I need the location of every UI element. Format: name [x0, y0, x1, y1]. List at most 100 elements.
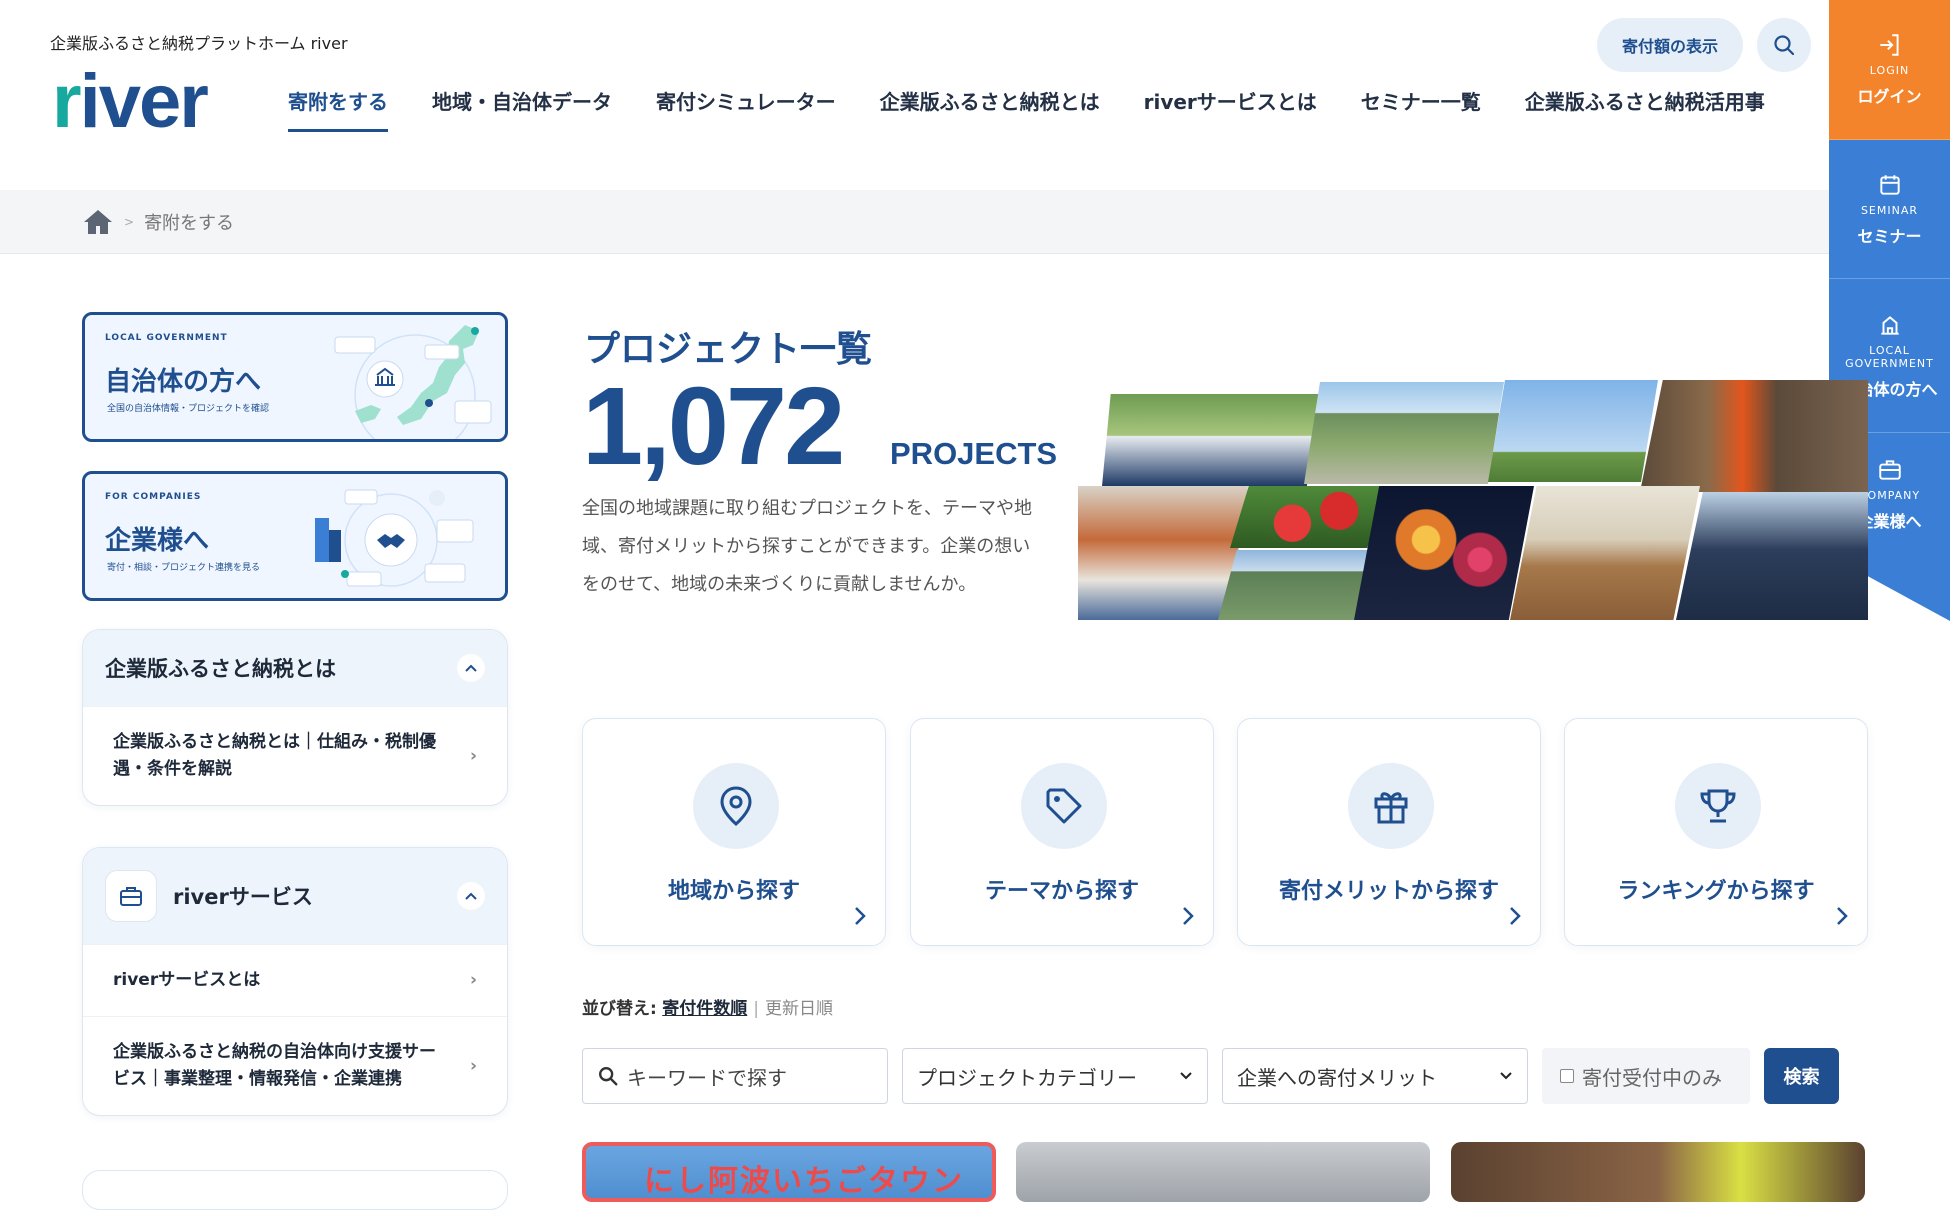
accordion-item[interactable]: riverサービスとは ›	[83, 944, 507, 1016]
project-card-title: にし阿波いちごタウン	[644, 1164, 964, 1199]
partnership-illustration	[315, 489, 474, 587]
tile-label: 地域から探す	[667, 879, 800, 904]
main-nav: 寄附をする 地域・自治体データ 寄付シミュレーター 企業版ふるさと納税とは ri…	[288, 86, 1809, 132]
side-seminar-ja: セミナー	[1857, 226, 1922, 246]
show-amount-button[interactable]: 寄付額の表示	[1597, 18, 1743, 72]
search-icon	[1774, 35, 1795, 56]
keyword-search-field[interactable]: キーワードで探す	[582, 1048, 888, 1104]
photo-family	[1078, 486, 1248, 620]
login-icon	[1879, 34, 1899, 56]
nav-about-tax[interactable]: 企業版ふるさと納税とは	[880, 86, 1100, 132]
search-submit-button[interactable]: 検索	[1764, 1048, 1839, 1104]
search-icon	[599, 1067, 618, 1086]
river-logo[interactable]: river	[52, 64, 209, 140]
chevron-down-icon	[1180, 1072, 1192, 1080]
company-card-en: FOR COMPANIES	[105, 492, 202, 502]
photo-collage	[1078, 380, 1868, 620]
side-login[interactable]: LOGIN ログイン	[1829, 0, 1950, 140]
accepting-only-label: 寄付受付中のみ	[1582, 1065, 1722, 1090]
accordion-river-title: riverサービス	[173, 885, 313, 909]
photo-group	[1676, 492, 1868, 620]
breadcrumb-current: 寄附をする	[144, 213, 235, 234]
company-card-title: 企業様へ	[105, 526, 210, 556]
chevron-right-icon	[855, 907, 866, 925]
map-pin-icon	[693, 763, 779, 849]
calendar-icon	[1879, 174, 1900, 195]
accordion-item[interactable]: 企業版ふるさと納税の自治体向け支援サービス｜事業整理・情報発信・企業連携 ›	[83, 1016, 507, 1115]
photo-wind-turbine	[1488, 380, 1658, 482]
project-count: 1,072	[582, 365, 845, 488]
trophy-icon	[1675, 763, 1761, 849]
nav-seminars[interactable]: セミナー一覧	[1361, 86, 1481, 132]
briefcase-icon	[105, 870, 157, 922]
nav-simulator[interactable]: 寄付シミュレーター	[656, 86, 836, 132]
side-seminar-en: SEMINAR	[1860, 203, 1919, 217]
side-seminar[interactable]: SEMINAR セミナー	[1829, 140, 1950, 279]
photo-town	[1304, 382, 1504, 484]
accordion-collapsed[interactable]	[82, 1170, 508, 1210]
photo-forest-worker	[1640, 380, 1868, 492]
building-icon	[1880, 315, 1899, 335]
photo-fireworks	[1354, 486, 1534, 620]
japan-map-illustration	[334, 325, 492, 439]
chevron-down-icon	[1500, 1072, 1512, 1080]
sort-by-donations[interactable]: 寄付件数順	[662, 999, 747, 1019]
tile-by-ranking[interactable]: ランキングから探す	[1564, 718, 1868, 946]
nav-river-service[interactable]: riverサービスとは	[1144, 86, 1317, 132]
sort-by-updated[interactable]: 更新日順	[765, 999, 833, 1019]
nav-case-studies[interactable]: 企業版ふるさと納税活用事	[1525, 86, 1765, 132]
company-card[interactable]: FOR COMPANIES 企業様へ 寄付・相談・プロジェクト連携を見る	[82, 471, 508, 601]
accordion-about-tax-title: 企業版ふるさと納税とは	[105, 657, 336, 681]
breadcrumb: > 寄附をする	[82, 208, 234, 236]
chevron-right-icon: ›	[469, 970, 477, 990]
project-count-unit: PROJECTS	[890, 436, 1058, 471]
tile-by-theme[interactable]: テーマから探す	[910, 718, 1214, 946]
project-card[interactable]	[1016, 1142, 1430, 1202]
sort-label: 並び替え:	[582, 999, 657, 1019]
chevron-right-icon: ›	[469, 1055, 477, 1076]
chevron-up-icon[interactable]	[457, 882, 485, 910]
accepting-only-checkbox[interactable]	[1560, 1069, 1574, 1083]
chevron-up-icon[interactable]	[457, 654, 485, 682]
home-icon[interactable]	[82, 208, 114, 236]
photo-students	[1102, 394, 1320, 486]
gift-icon	[1348, 763, 1434, 849]
breadcrumb-bar	[0, 190, 1829, 254]
photo-village	[1218, 550, 1374, 620]
tile-label: 寄付メリットから探す	[1278, 879, 1499, 904]
photo-classroom	[1510, 486, 1700, 620]
accordion-item-label: riverサービスとは	[113, 970, 261, 990]
site-tagline: 企業版ふるさと納税プラットホーム river	[50, 34, 348, 53]
gov-card[interactable]: LOCAL GOVERNMENT 自治体の方へ 全国の自治体情報・プロジェクトを…	[82, 312, 508, 442]
sort-row: 並び替え: 寄付件数順 | 更新日順	[582, 999, 833, 1019]
nav-donate[interactable]: 寄附をする	[288, 86, 388, 132]
chevron-right-icon	[1510, 907, 1521, 925]
accordion-river-header[interactable]: riverサービス	[83, 848, 507, 944]
nav-region-data[interactable]: 地域・自治体データ	[432, 86, 612, 132]
tile-by-merit[interactable]: 寄付メリットから探す	[1237, 718, 1541, 946]
side-login-en: LOGIN	[1869, 64, 1910, 77]
accordion-item[interactable]: 企業版ふるさと納税とは｜仕組み・税制優遇・条件を解説 ›	[83, 706, 507, 805]
project-card[interactable]: にし阿波いちごタウン	[582, 1142, 996, 1202]
tile-label: テーマから探す	[984, 879, 1139, 904]
gov-card-sub: 全国の自治体情報・プロジェクトを確認	[107, 404, 270, 414]
header-search-button[interactable]	[1757, 18, 1811, 72]
breadcrumb-separator: >	[124, 215, 135, 229]
tile-by-region[interactable]: 地域から探す	[582, 718, 886, 946]
merit-select[interactable]: 企業への寄付メリット	[1222, 1048, 1528, 1104]
company-card-sub: 寄付・相談・プロジェクト連携を見る	[107, 563, 261, 573]
photo-strawberries	[1230, 486, 1386, 548]
project-card[interactable]	[1451, 1142, 1865, 1202]
page-description: 全国の地域課題に取り組むプロジェクトを、テーマや地域、寄付メリットから探すことが…	[582, 498, 1032, 595]
accordion-item-label: 企業版ふるさと納税とは｜仕組み・税制優遇・条件を解説	[113, 732, 436, 779]
accordion-about-tax: 企業版ふるさと納税とは 企業版ふるさと納税とは｜仕組み・税制優遇・条件を解説 ›	[82, 629, 508, 806]
accordion-about-tax-header[interactable]: 企業版ふるさと納税とは	[83, 630, 507, 706]
chevron-right-icon: ›	[469, 745, 477, 766]
chevron-right-icon	[1837, 907, 1848, 925]
briefcase-icon	[1878, 459, 1901, 480]
accepting-only-toggle[interactable]: 寄付受付中のみ	[1542, 1048, 1750, 1104]
gov-card-title: 自治体の方へ	[105, 367, 262, 397]
category-select[interactable]: プロジェクトカテゴリー	[902, 1048, 1208, 1104]
side-login-ja: ログイン	[1857, 87, 1922, 106]
merit-select-value: 企業への寄付メリット	[1237, 1065, 1437, 1090]
